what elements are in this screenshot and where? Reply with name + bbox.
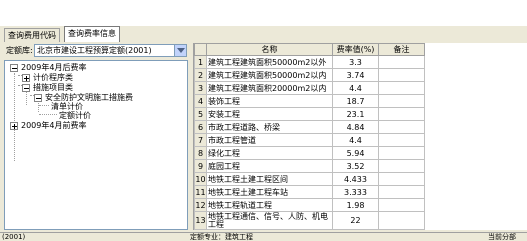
note-cell[interactable] — [378, 120, 425, 134]
name-cell[interactable]: 地铁工程土建工程车站 — [206, 185, 333, 199]
name-cell[interactable]: 庭园工程 — [206, 159, 333, 173]
name-cell[interactable]: 地铁工程土建工程区间 — [206, 172, 333, 186]
rate-grid[interactable]: 名称 费率值(%) 备注 1 建筑工程建筑面积50000m2以外 3.3 2 建筑工程建… — [193, 43, 527, 230]
quota-library-row: 定额库: 北京市建设工程预算定额(2001) — [0, 43, 190, 59]
note-cell[interactable] — [378, 211, 425, 230]
tree-item-label: 计价程序类 — [33, 73, 73, 82]
table-row[interactable]: 9 庭园工程 3.52 — [194, 159, 425, 173]
row-number-cell: 4 — [194, 94, 207, 108]
quota-library-value: 北京市建设工程预算定额(2001) — [37, 46, 152, 55]
table-row[interactable]: 13 地铁工程通信、信号、人防、机电工程 22 — [194, 211, 425, 230]
tree-item-label: 2009年4月前费率 — [21, 121, 87, 130]
rate-cell[interactable]: 4.4 — [332, 133, 379, 147]
name-cell[interactable]: 建筑工程建筑面积50000m2以外 — [206, 55, 333, 69]
tree-item-before-2009-04[interactable]: 2009年4月前费率 — [5, 121, 185, 131]
name-cell[interactable]: 市政工程道路、桥梁 — [206, 120, 333, 134]
tab-query-rate-info[interactable]: 查询费率信息 — [64, 26, 120, 42]
note-cell[interactable] — [378, 133, 425, 147]
status-bar: (2001) 定额专业：建筑工程 当前分部 — [0, 232, 527, 241]
rate-cell[interactable]: 1.98 — [332, 198, 379, 212]
table-row[interactable]: 6 市政工程道路、桥梁 4.84 — [194, 120, 425, 134]
tree-item-pricing-procedure[interactable]: 计价程序类 — [5, 73, 185, 83]
note-cell[interactable] — [378, 185, 425, 199]
expand-icon[interactable] — [22, 74, 30, 82]
name-cell[interactable]: 地铁工程通信、信号、人防、机电工程 — [206, 211, 333, 230]
quota-library-select[interactable]: 北京市建设工程预算定额(2001) — [34, 44, 187, 57]
tree-item-label: 措施项目类 — [33, 83, 73, 92]
collapse-icon[interactable] — [34, 94, 42, 102]
row-number-cell: 9 — [194, 159, 207, 173]
rate-cell[interactable]: 4.4 — [332, 81, 379, 95]
row-number-cell: 6 — [194, 120, 207, 134]
rate-cell[interactable]: 4.84 — [332, 120, 379, 134]
note-cell[interactable] — [378, 68, 425, 82]
note-cell[interactable] — [378, 107, 425, 121]
table-row[interactable]: 12 地铁工程轨道工程 1.98 — [194, 198, 425, 212]
table-row[interactable]: 8 绿化工程 5.94 — [194, 146, 425, 160]
name-cell[interactable]: 安装工程 — [206, 107, 333, 121]
row-number-cell: 11 — [194, 185, 207, 199]
row-number-cell: 8 — [194, 146, 207, 160]
tab-bar: 查询费用代码 查询费率信息 — [0, 26, 527, 42]
rate-cell[interactable]: 22 — [332, 211, 379, 230]
table-row[interactable]: 4 装饰工程 18.7 — [194, 94, 425, 108]
table-row[interactable]: 2 建筑工程建筑面积50000m2以内 3.74 — [194, 68, 425, 82]
rate-category-tree[interactable]: 2009年4月后费率 计价程序类 措施项目类 安全防护文明施工措施费 清单计价 … — [4, 60, 188, 230]
row-number-cell: 5 — [194, 107, 207, 121]
tree-item-after-2009-04[interactable]: 2009年4月后费率 — [5, 63, 185, 73]
note-cell[interactable] — [378, 172, 425, 186]
note-cell[interactable] — [378, 198, 425, 212]
table-row[interactable]: 11 地铁工程土建工程车站 3.333 — [194, 185, 425, 199]
row-number-cell: 10 — [194, 172, 207, 186]
row-number-cell: 3 — [194, 81, 207, 95]
note-cell[interactable] — [378, 94, 425, 108]
rate-cell[interactable]: 3.52 — [332, 159, 379, 173]
rate-cell[interactable]: 5.94 — [332, 146, 379, 160]
quota-library-label: 定额库: — [6, 46, 33, 55]
collapse-icon[interactable] — [22, 84, 30, 92]
rate-cell[interactable]: 4.433 — [332, 172, 379, 186]
rate-cell[interactable]: 23.1 — [332, 107, 379, 121]
tree-item-label: 定额计价 — [59, 111, 91, 120]
rate-cell[interactable]: 3.3 — [332, 55, 379, 69]
note-cell[interactable] — [378, 55, 425, 69]
collapse-icon[interactable] — [10, 64, 18, 72]
name-cell[interactable]: 建筑工程建筑面积20000m2以内 — [206, 81, 333, 95]
note-cell[interactable] — [378, 81, 425, 95]
table-row[interactable]: 1 建筑工程建筑面积50000m2以外 3.3 — [194, 55, 425, 69]
row-number-cell: 13 — [194, 211, 207, 230]
tab-query-fee-code[interactable]: 查询费用代码 — [4, 28, 60, 42]
table-row[interactable]: 5 安装工程 23.1 — [194, 107, 425, 121]
column-header-rate[interactable]: 费率值(%) — [332, 43, 379, 56]
table-row[interactable]: 7 市政工程管道 4.4 — [194, 133, 425, 147]
row-number-cell: 7 — [194, 133, 207, 147]
tree-item-label: 2009年4月后费率 — [21, 63, 87, 72]
note-cell[interactable] — [378, 146, 425, 160]
row-number-header — [194, 43, 207, 56]
name-cell[interactable]: 市政工程管道 — [206, 133, 333, 147]
table-row[interactable]: 3 建筑工程建筑面积20000m2以内 4.4 — [194, 81, 425, 95]
rate-grid-body: 1 建筑工程建筑面积50000m2以外 3.3 2 建筑工程建筑面积50000m2以内 3… — [194, 55, 425, 230]
expand-icon[interactable] — [10, 122, 18, 130]
row-number-cell: 2 — [194, 68, 207, 82]
chevron-down-icon[interactable] — [174, 45, 186, 56]
tree-item-quota-pricing[interactable]: 定额计价 — [5, 111, 185, 121]
note-cell[interactable] — [378, 159, 425, 173]
name-cell[interactable]: 装饰工程 — [206, 94, 333, 108]
rate-cell[interactable]: 3.74 — [332, 68, 379, 82]
name-cell[interactable]: 绿化工程 — [206, 146, 333, 160]
name-cell[interactable]: 建筑工程建筑面积50000m2以内 — [206, 68, 333, 82]
row-number-cell: 1 — [194, 55, 207, 69]
column-header-note[interactable]: 备注 — [378, 43, 425, 56]
top-blank-area — [0, 0, 527, 26]
column-header-name[interactable]: 名称 — [206, 43, 333, 56]
tree-item-measures[interactable]: 措施项目类 — [5, 83, 185, 93]
rate-cell[interactable]: 3.333 — [332, 185, 379, 199]
table-row[interactable]: 10 地铁工程土建工程区间 4.433 — [194, 172, 425, 186]
row-number-cell: 12 — [194, 198, 207, 212]
name-cell[interactable]: 地铁工程轨道工程 — [206, 198, 333, 212]
rate-cell[interactable]: 18.7 — [332, 94, 379, 108]
